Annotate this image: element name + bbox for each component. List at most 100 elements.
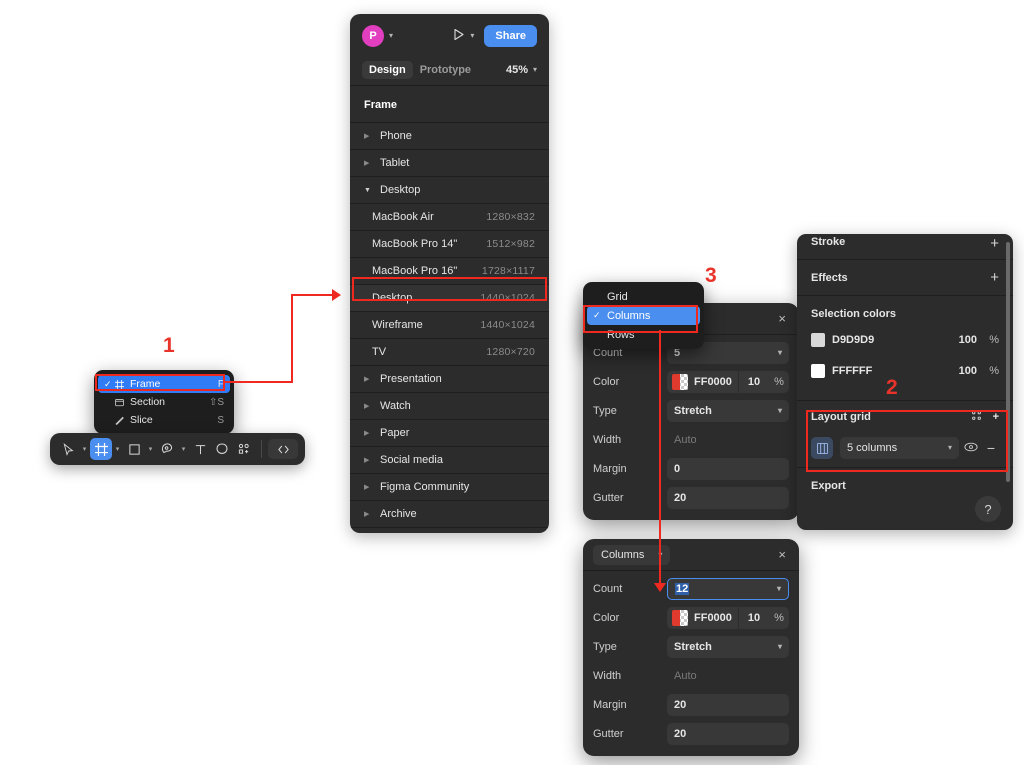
pen-tool-chevron-down-icon[interactable]: ▾ <box>178 445 189 453</box>
grid-type-option-label: Grid <box>607 290 628 303</box>
frame-preset-macbook-pro-16[interactable]: MacBook Pro 16" 1728×1117 <box>350 258 549 285</box>
zoom-chevron-down-icon[interactable]: ▾ <box>533 65 537 74</box>
grid-color-control[interactable]: FF0000 10 % <box>667 607 789 629</box>
close-icon[interactable]: × <box>775 310 789 327</box>
grid-settings-panel-after: Columns ▾ × Count 12 ▾ Color FF0000 10 %… <box>583 539 799 756</box>
percent-label: % <box>989 365 999 377</box>
grid-styles-icon[interactable] <box>971 410 982 424</box>
tab-design[interactable]: Design <box>362 60 413 79</box>
remove-layout-grid-icon[interactable]: − <box>983 440 999 456</box>
color-swatch-icon[interactable] <box>672 610 688 626</box>
grid-type-row: Type Stretch ▾ <box>593 636 789 658</box>
section-icon <box>115 398 130 407</box>
grid-gutter-row: Gutter 20 <box>593 723 789 745</box>
frame-preset-desktop[interactable]: Desktop 1440×1024 <box>350 285 549 312</box>
color-swatch-icon[interactable] <box>672 374 688 390</box>
slice-icon <box>115 416 130 425</box>
layout-grid-select[interactable]: 5 columns ▾ <box>840 437 959 459</box>
present-play-icon[interactable] <box>452 28 465 44</box>
context-menu-item-slice[interactable]: Slice S <box>98 411 230 429</box>
context-menu-item-shortcut: ⇧S <box>208 396 224 408</box>
stroke-section[interactable]: Stroke + <box>797 234 1013 260</box>
share-button[interactable]: Share <box>484 25 537 47</box>
grid-type-option-rows[interactable]: Rows <box>587 325 700 344</box>
context-menu-item-label: Section <box>130 396 166 408</box>
grid-count-input[interactable]: 12 ▾ <box>667 578 789 600</box>
frame-group-tablet[interactable]: ▶ Tablet <box>350 150 549 177</box>
grid-width-input[interactable]: Auto <box>667 665 789 687</box>
grid-type-select[interactable]: Stretch ▾ <box>667 636 789 658</box>
chevron-right-icon: ▶ <box>364 133 370 140</box>
move-tool-button[interactable] <box>57 438 79 460</box>
pen-tool-button[interactable] <box>156 438 178 460</box>
avatar[interactable]: P <box>362 25 384 47</box>
percent-label: % <box>774 376 784 388</box>
chevron-right-icon: ▶ <box>364 511 370 518</box>
dev-mode-toggle[interactable] <box>268 439 298 459</box>
color-swatch-icon[interactable] <box>811 333 825 347</box>
annotation-line-v1 <box>291 295 293 383</box>
grid-gutter-input[interactable]: 20 <box>667 487 789 509</box>
grid-type-option-grid[interactable]: Grid <box>587 287 700 306</box>
context-menu-item-section[interactable]: Section ⇧S <box>98 393 230 411</box>
avatar-chevron-down-icon[interactable]: ▾ <box>389 32 393 40</box>
add-stroke-icon[interactable]: + <box>990 236 999 251</box>
shape-tool-button[interactable] <box>123 438 145 460</box>
grid-color-control[interactable]: FF0000 10 % <box>667 371 789 393</box>
annotation-number-3: 3 <box>705 264 717 287</box>
frame-presets-panel: P ▾ ▾ Share Design Prototype 45% ▾ Frame… <box>350 14 549 533</box>
text-tool-button[interactable] <box>189 438 211 460</box>
annotation-line-h2 <box>291 294 333 296</box>
frame-group-figma-community[interactable]: ▶ Figma Community <box>350 474 549 501</box>
grid-color-opacity[interactable]: 10 <box>739 612 769 624</box>
frame-preset-macbook-pro-14[interactable]: MacBook Pro 14" 1512×982 <box>350 231 549 258</box>
grid-gutter-value: 20 <box>674 728 687 740</box>
chevron-right-icon: ▶ <box>364 457 370 464</box>
frame-tool-chevron-down-icon[interactable]: ▾ <box>112 445 123 453</box>
context-menu-item-frame[interactable]: ✓ Frame F <box>98 375 230 393</box>
grid-margin-input[interactable]: 20 <box>667 694 789 716</box>
grid-gutter-input[interactable]: 20 <box>667 723 789 745</box>
context-menu-item-shortcut: F <box>217 378 224 390</box>
selection-color-row[interactable]: D9D9D9 100 % <box>811 329 999 351</box>
frame-group-desktop[interactable]: ▼ Desktop <box>350 177 549 204</box>
effects-section[interactable]: Effects + <box>797 260 1013 296</box>
frame-group-phone[interactable]: ▶ Phone <box>350 123 549 150</box>
present-chevron-down-icon[interactable]: ▾ <box>470 32 474 40</box>
frame-preset-tv[interactable]: TV 1280×720 <box>350 339 549 366</box>
frame-preset-wireframe[interactable]: Wireframe 1440×1024 <box>350 312 549 339</box>
tab-prototype[interactable]: Prototype <box>413 61 478 79</box>
grid-color-hex[interactable]: FF0000 <box>694 612 738 624</box>
grid-color-hex[interactable]: FF0000 <box>694 376 738 388</box>
frame-group-paper[interactable]: ▶ Paper <box>350 420 549 447</box>
toggle-grid-visibility-icon[interactable] <box>959 439 983 457</box>
help-button[interactable]: ? <box>975 496 1001 522</box>
frame-group-presentation[interactable]: ▶ Presentation <box>350 366 549 393</box>
plugins-tool-button[interactable] <box>233 438 255 460</box>
add-effect-icon[interactable]: + <box>990 270 999 285</box>
panel-scrollbar[interactable] <box>1006 242 1010 482</box>
add-layout-grid-icon[interactable]: + <box>993 411 999 423</box>
frame-tool-button[interactable] <box>90 438 112 460</box>
close-icon[interactable]: × <box>775 546 789 563</box>
color-swatch-icon[interactable] <box>811 364 825 378</box>
grid-margin-input[interactable]: 0 <box>667 458 789 480</box>
chevron-down-icon: ▾ <box>776 584 781 593</box>
effects-label: Effects <box>811 271 848 284</box>
frame-group-archive[interactable]: ▶ Archive <box>350 501 549 528</box>
move-tool-chevron-down-icon[interactable]: ▾ <box>79 445 90 453</box>
zoom-level[interactable]: 45% <box>506 64 528 76</box>
grid-type-select[interactable]: Stretch ▾ <box>667 400 789 422</box>
grid-width-input[interactable]: Auto <box>667 429 789 451</box>
shape-tool-chevron-down-icon[interactable]: ▾ <box>145 445 156 453</box>
columns-grid-icon[interactable] <box>811 437 833 459</box>
grid-type-option-columns[interactable]: ✓ Columns <box>587 306 700 325</box>
grid-type-value: Stretch <box>674 405 712 417</box>
comment-tool-button[interactable] <box>211 438 233 460</box>
selection-color-row[interactable]: FFFFFF 100 % <box>811 360 999 382</box>
grid-margin-row: Margin 20 <box>593 694 789 716</box>
frame-preset-macbook-air[interactable]: MacBook Air 1280×832 <box>350 204 549 231</box>
frame-group-watch[interactable]: ▶ Watch <box>350 393 549 420</box>
frame-group-social-media[interactable]: ▶ Social media <box>350 447 549 474</box>
grid-color-opacity[interactable]: 10 <box>739 376 769 388</box>
